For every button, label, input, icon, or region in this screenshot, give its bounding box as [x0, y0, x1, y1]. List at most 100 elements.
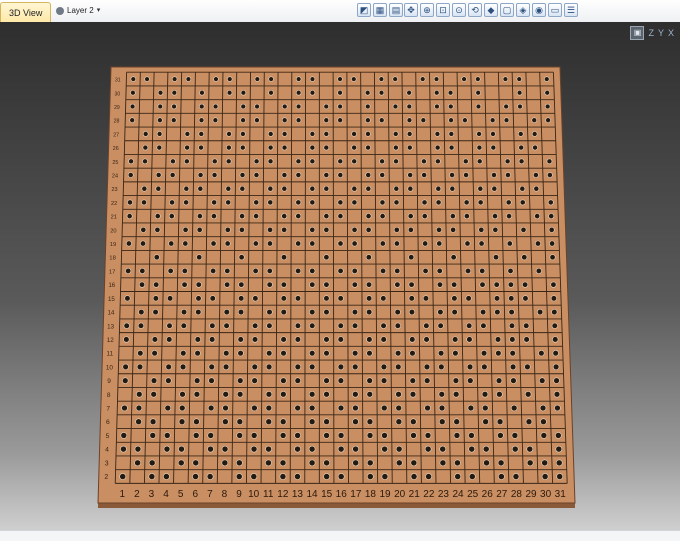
hole — [479, 241, 484, 246]
hole — [557, 473, 563, 479]
hole — [352, 323, 358, 329]
hole — [518, 104, 523, 109]
hole — [425, 405, 431, 411]
hole — [194, 391, 200, 397]
row-label: 11 — [107, 351, 114, 358]
hole — [542, 460, 548, 466]
render-icon[interactable]: ◉ — [532, 3, 546, 17]
hole — [266, 419, 272, 425]
hole — [181, 309, 187, 315]
hole — [476, 90, 481, 95]
hole — [539, 378, 545, 384]
hole — [435, 145, 440, 150]
column-label: 8 — [222, 489, 228, 500]
row-label: 6 — [106, 419, 110, 426]
hole — [310, 77, 315, 82]
hole — [255, 104, 260, 109]
move-icon[interactable]: ✥ — [404, 3, 418, 17]
column-label: 5 — [178, 489, 184, 500]
hole — [139, 309, 145, 315]
hole — [438, 323, 444, 329]
hole — [483, 446, 489, 452]
zoom-rotate-icon[interactable]: ⟲ — [468, 3, 482, 17]
chevron-down-icon[interactable]: ▾ — [97, 4, 101, 18]
hole — [407, 145, 412, 150]
hole — [552, 337, 558, 343]
hole — [381, 296, 387, 302]
hole — [422, 241, 427, 246]
hole — [462, 77, 467, 82]
hole — [136, 391, 142, 397]
solid-shade-icon[interactable]: ◆ — [484, 3, 498, 17]
hole — [480, 309, 486, 315]
hole — [424, 364, 430, 370]
grid-select-icon[interactable]: ▦ — [373, 3, 387, 17]
hole — [224, 323, 230, 329]
hole — [309, 364, 315, 370]
3d-cube-icon[interactable]: ◩ — [357, 3, 371, 17]
hole — [475, 77, 480, 82]
hole — [324, 460, 330, 466]
column-label: 30 — [540, 489, 552, 500]
hole — [494, 282, 500, 288]
hole — [439, 405, 445, 411]
hole — [380, 214, 385, 219]
hole — [503, 77, 508, 82]
zoom-window-icon[interactable]: ⊡ — [436, 3, 450, 17]
hole — [196, 296, 202, 302]
hole — [266, 446, 272, 452]
layer-icon — [56, 7, 64, 15]
hole — [478, 200, 483, 205]
hole — [435, 131, 440, 136]
hole — [296, 172, 301, 177]
hole — [269, 77, 274, 82]
row-label: 26 — [113, 146, 119, 152]
properties-icon[interactable]: ☰ — [564, 3, 578, 17]
hole — [254, 172, 259, 177]
hole — [185, 131, 190, 136]
wireframe-icon[interactable]: ▢ — [500, 3, 514, 17]
hole — [338, 90, 343, 95]
tab-3d-view[interactable]: 3D View — [0, 2, 51, 22]
column-label: 23 — [438, 489, 450, 500]
hole — [527, 460, 533, 466]
hole — [438, 364, 444, 370]
3d-viewport[interactable]: 3130292827262524232221201918171615141312… — [0, 22, 680, 530]
zoom-extents-icon[interactable]: ⊕ — [420, 3, 434, 17]
row-label: 9 — [107, 378, 111, 385]
grid-icon[interactable]: ▤ — [389, 3, 403, 17]
view-cube-icon[interactable]: ▣ — [630, 26, 644, 40]
hole — [157, 131, 162, 136]
column-label: 1 — [119, 489, 125, 500]
hole — [476, 104, 481, 109]
hole — [199, 131, 204, 136]
hole — [130, 90, 135, 95]
hole — [498, 460, 504, 466]
hole — [496, 391, 502, 397]
hole — [498, 473, 504, 479]
hole — [496, 350, 502, 356]
material-icon[interactable]: ◈ — [516, 3, 530, 17]
column-label: 9 — [236, 489, 242, 500]
layout-icon[interactable]: ▭ — [548, 3, 562, 17]
hole — [493, 255, 498, 260]
hole — [252, 378, 258, 384]
hole — [125, 268, 130, 273]
zoom-selection-icon[interactable]: ⊙ — [452, 3, 466, 17]
hole — [254, 118, 259, 123]
layer-selector[interactable]: Layer 2 ▾ — [56, 4, 100, 18]
hole — [469, 473, 475, 479]
column-label: 27 — [496, 489, 508, 500]
hole — [282, 186, 287, 191]
hole — [525, 391, 531, 397]
hole — [138, 323, 144, 329]
hole — [409, 309, 415, 315]
hole — [295, 405, 301, 411]
hole — [197, 255, 202, 260]
hole — [381, 364, 387, 370]
hole — [295, 364, 301, 370]
hole — [267, 268, 272, 273]
hole — [166, 364, 172, 370]
hole — [169, 200, 174, 205]
hole — [451, 255, 456, 260]
